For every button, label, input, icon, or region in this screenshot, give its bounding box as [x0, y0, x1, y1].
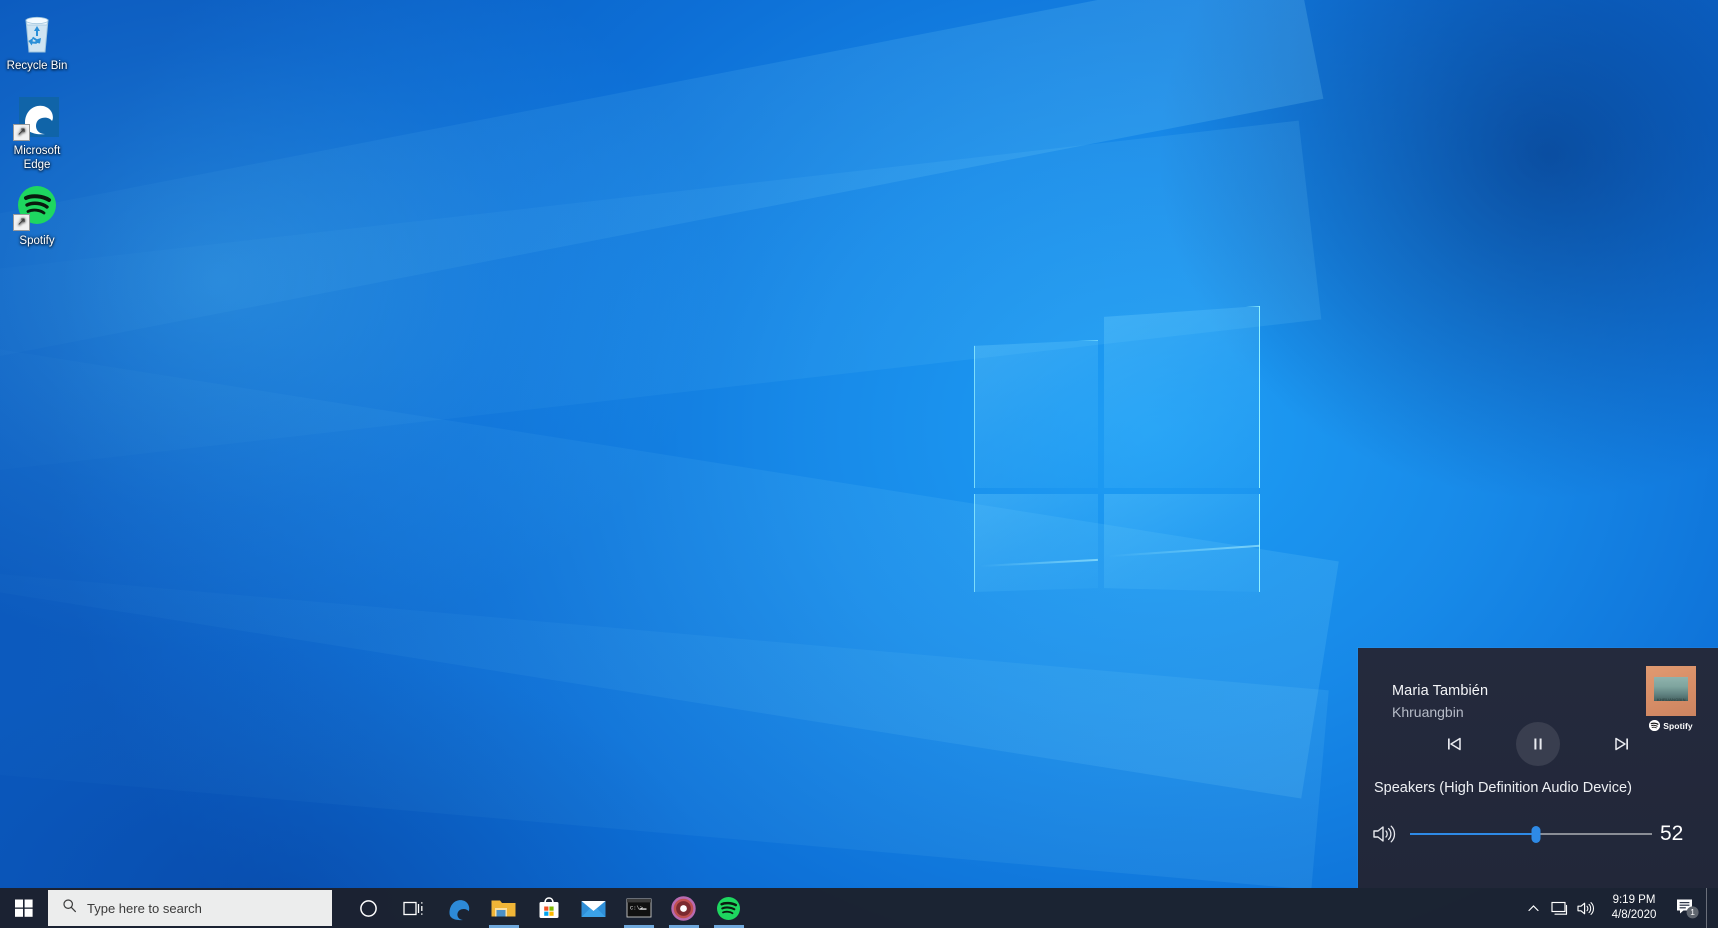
album-art-image: KHRUANGBIN [1646, 666, 1696, 716]
microsoft-edge-icon [446, 895, 472, 921]
microsoft-edge-icon: ↗ [13, 93, 61, 141]
track-title: Maria También [1392, 683, 1488, 699]
search-input[interactable]: Type here to search [48, 890, 332, 926]
desktop-icon-microsoft-edge[interactable]: ↗ Microsoft Edge [0, 93, 74, 172]
clock-time: 9:19 PM [1598, 893, 1670, 908]
taskbar-button-task-view[interactable] [391, 888, 436, 928]
desktop-icon-label: Microsoft Edge [0, 145, 74, 172]
media-player-icon [671, 896, 696, 921]
volume-value: 52 [1660, 822, 1718, 846]
taskbar-button-mail[interactable] [571, 888, 616, 928]
task-view-icon [403, 899, 425, 918]
show-desktop-button[interactable] [1706, 888, 1716, 928]
tray-show-hidden-icons-button[interactable] [1520, 888, 1546, 928]
speaker-volume-icon [1576, 900, 1595, 917]
desktop-icon-spotify[interactable]: ↗ Spotify [0, 183, 74, 249]
previous-track-button[interactable]: Previous [1440, 730, 1468, 758]
media-controls: Previous Pause Next [1358, 722, 1718, 766]
file-explorer-icon [490, 897, 517, 920]
cortana-circle-icon [359, 899, 378, 918]
tray-network-button[interactable] [1546, 888, 1572, 928]
notification-count: 1 [1690, 907, 1695, 917]
pause-icon [1528, 734, 1548, 754]
skip-next-icon [1612, 734, 1632, 754]
album-art-caption: KHRUANGBIN [1657, 697, 1686, 702]
start-button[interactable] [0, 888, 48, 928]
taskbar-button-spotify[interactable] [706, 888, 751, 928]
microsoft-store-icon [537, 896, 561, 920]
taskbar[interactable]: Type here to search [0, 888, 1718, 928]
track-artist: Khruangbin [1392, 704, 1464, 720]
terminal-icon: C:\> [626, 898, 652, 918]
taskbar-button-file-explorer[interactable] [481, 888, 526, 928]
tray-volume-button[interactable] [1572, 888, 1598, 928]
shortcut-arrow-icon: ↗ [13, 124, 30, 141]
taskbar-button-microsoft-store[interactable] [526, 888, 571, 928]
taskbar-button-terminal[interactable]: C:\> [616, 888, 661, 928]
taskbar-spacer [751, 888, 1520, 928]
chevron-up-icon [1527, 902, 1540, 915]
shortcut-arrow-icon: ↗ [13, 214, 30, 231]
taskbar-clock[interactable]: 9:19 PM 4/8/2020 [1598, 893, 1670, 923]
desktop-icon-label: Spotify [0, 235, 74, 249]
audio-device-name: Speakers (High Definition Audio Device) [1374, 780, 1632, 796]
clock-date: 4/8/2020 [1598, 908, 1670, 923]
system-tray: 9:19 PM 4/8/2020 1 [1520, 888, 1718, 928]
taskbar-button-media-player[interactable] [661, 888, 706, 928]
mail-envelope-icon [580, 898, 607, 919]
volume-slider[interactable] [1410, 823, 1652, 845]
desktop-icon-label: Recycle Bin [0, 60, 74, 74]
desktop-icon-recycle-bin[interactable]: Recycle Bin [0, 8, 74, 74]
next-track-button[interactable]: Next [1608, 730, 1636, 758]
search-placeholder: Type here to search [87, 901, 202, 916]
volume-row: 52 [1358, 822, 1718, 846]
volume-media-flyout[interactable]: Maria También Khruangbin KHRUANGBIN [1358, 648, 1718, 888]
spotify-icon [716, 896, 741, 921]
spotify-icon: ↗ [13, 183, 61, 231]
network-monitor-icon [1550, 900, 1569, 917]
volume-slider-thumb[interactable] [1531, 826, 1540, 843]
volume-slider-fill [1410, 833, 1536, 835]
taskbar-buttons: C:\> [346, 888, 751, 928]
skip-previous-icon [1444, 734, 1464, 754]
play-pause-button[interactable]: Pause [1516, 722, 1560, 766]
recycle-bin-icon [13, 8, 61, 56]
action-center-button[interactable]: 1 [1670, 888, 1706, 928]
speaker-volume-icon[interactable] [1358, 823, 1410, 845]
media-transport-section: Maria También Khruangbin KHRUANGBIN [1358, 648, 1718, 772]
windows-logo-icon [14, 898, 34, 918]
taskbar-button-cortana[interactable] [346, 888, 391, 928]
desktop[interactable]: Recycle Bin ↗ Microsoft Edge ↗ Spotify [0, 0, 1718, 928]
taskbar-button-microsoft-edge[interactable] [436, 888, 481, 928]
search-icon [62, 898, 77, 918]
